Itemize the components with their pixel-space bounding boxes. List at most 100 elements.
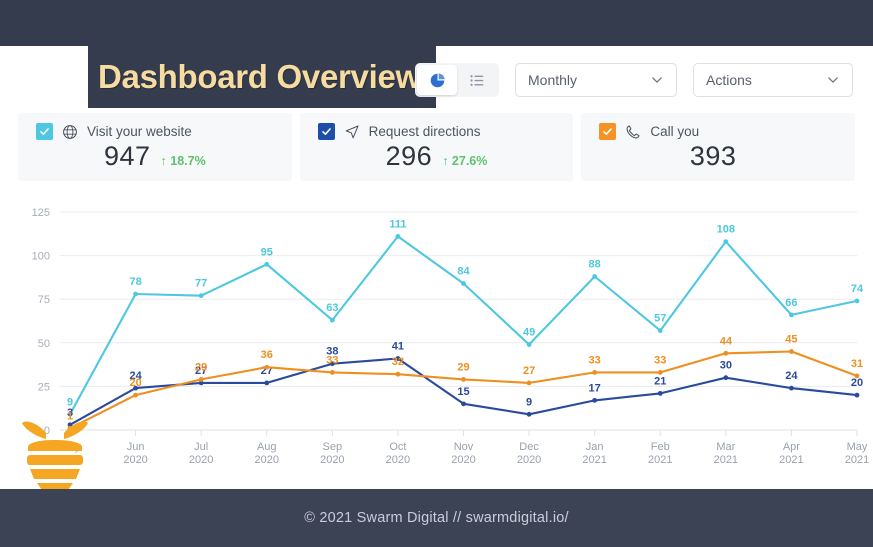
x-axis-tick-label-year: 2020	[451, 454, 475, 466]
check-icon	[40, 128, 49, 135]
data-point-label: 88	[589, 259, 601, 271]
x-axis-tick-label-year: 2021	[648, 454, 672, 466]
x-axis-tick-label-month: Jun	[127, 441, 145, 453]
data-point[interactable]	[723, 239, 729, 245]
data-point-label: 9	[526, 396, 532, 408]
data-point[interactable]	[854, 298, 860, 304]
x-axis-tick-label-month: May	[847, 441, 868, 453]
data-point[interactable]	[526, 380, 532, 386]
x-axis-tick-label-month: Jan	[586, 441, 604, 453]
data-point[interactable]	[198, 377, 204, 382]
view-list-button[interactable]	[457, 65, 497, 95]
data-point-label: 63	[326, 302, 338, 314]
data-point[interactable]	[461, 377, 466, 382]
data-point[interactable]	[264, 380, 270, 386]
x-axis-tick-label-year: 2021	[714, 454, 738, 466]
data-point-label: 95	[261, 246, 273, 258]
stat-card-delta: ↑ 18.7%	[160, 154, 206, 168]
data-point-label: 78	[129, 276, 141, 288]
x-axis-tick-label-month: Aug	[257, 441, 277, 453]
y-axis-tick-label: 25	[38, 381, 50, 393]
data-point[interactable]	[657, 328, 663, 333]
x-axis-tick-label-year: 2020	[189, 454, 213, 466]
data-point[interactable]	[133, 291, 138, 297]
stat-card-request-directions[interactable]: Request directions 296 ↑ 27.6%	[299, 113, 574, 181]
stat-card-body: 296 ↑ 27.6%	[300, 141, 574, 172]
request-directions-checkbox[interactable]	[317, 123, 335, 140]
pie-chart-icon	[430, 72, 445, 87]
globe-icon	[62, 124, 78, 140]
actions-dropdown-label: Actions	[706, 72, 752, 88]
stat-card-header: Request directions	[300, 123, 574, 140]
data-point[interactable]	[789, 312, 794, 318]
data-point[interactable]	[592, 397, 598, 403]
phone-icon	[625, 124, 641, 140]
dashboard-page: Dashboard Overview Monthly Actions Visit…	[0, 0, 873, 547]
line-chart-svg: 0255075100125May2020Jun2020Jul2020Aug202…	[32, 207, 870, 466]
data-point[interactable]	[264, 261, 270, 267]
data-point-label: 45	[785, 334, 797, 346]
x-axis-tick-label-month: Jul	[194, 441, 208, 453]
data-point[interactable]	[329, 317, 335, 323]
y-axis-tick-label: 50	[38, 338, 50, 350]
period-dropdown[interactable]: Monthly	[515, 63, 677, 97]
data-point-label: 27	[523, 365, 535, 377]
stat-card-call-you[interactable]: Call you 393	[581, 113, 856, 181]
data-point[interactable]	[592, 370, 598, 375]
data-point[interactable]	[657, 370, 663, 375]
data-point[interactable]	[723, 375, 729, 381]
data-point[interactable]	[329, 370, 335, 375]
stat-card-label: Call you	[650, 124, 700, 139]
data-point[interactable]	[789, 385, 794, 391]
toolbar: Monthly Actions	[415, 63, 853, 97]
data-point[interactable]	[854, 392, 860, 398]
stat-card-body: 947 ↑ 18.7%	[18, 141, 292, 172]
data-point[interactable]	[395, 371, 401, 377]
data-point[interactable]	[133, 392, 138, 398]
x-axis-tick-label-year: 2020	[123, 454, 147, 466]
stat-card-label: Visit your website	[87, 124, 192, 139]
data-point[interactable]	[657, 390, 663, 396]
data-point-label: 20	[851, 377, 863, 389]
x-axis-tick-label-month: Oct	[389, 441, 406, 453]
stat-card-row: Visit your website 947 ↑ 18.7% Request d…	[18, 113, 856, 181]
data-point-label: 21	[654, 375, 666, 387]
data-point[interactable]	[526, 411, 532, 417]
data-point[interactable]	[526, 342, 532, 347]
data-point-label: 32	[392, 356, 404, 368]
stat-card-delta: ↑ 27.6%	[442, 154, 488, 168]
view-chart-button[interactable]	[417, 65, 457, 95]
call-you-checkbox[interactable]	[599, 123, 617, 140]
actions-dropdown[interactable]: Actions	[693, 63, 853, 97]
data-point[interactable]	[264, 364, 270, 370]
data-point-label: 41	[392, 340, 404, 352]
data-point-label: 33	[654, 354, 666, 366]
data-point[interactable]	[789, 349, 794, 354]
stat-card-body: 393	[581, 141, 855, 172]
list-icon	[469, 74, 483, 86]
stat-card-visit-website[interactable]: Visit your website 947 ↑ 18.7%	[18, 113, 292, 181]
data-point[interactable]	[854, 373, 860, 379]
x-axis-tick-label-year: 2021	[845, 454, 869, 466]
data-point-label: 31	[851, 358, 863, 370]
data-point[interactable]	[461, 401, 466, 407]
y-axis-tick-label: 125	[32, 207, 50, 219]
data-point[interactable]	[198, 293, 204, 299]
data-point-label: 44	[720, 335, 733, 347]
chevron-down-icon	[652, 77, 662, 83]
data-point-label: 77	[195, 278, 207, 290]
data-point-label: 111	[389, 218, 406, 230]
data-point-label: 74	[851, 283, 864, 295]
stat-card-header: Visit your website	[18, 123, 292, 140]
data-point[interactable]	[592, 274, 598, 279]
footer-text: © 2021 Swarm Digital // swarmdigital.io/	[304, 510, 569, 526]
visit-website-checkbox[interactable]	[36, 123, 53, 140]
x-axis-tick-label-year: 2021	[582, 454, 606, 466]
data-point-label: 17	[589, 382, 601, 394]
data-point[interactable]	[395, 234, 401, 239]
data-point-label: 24	[785, 370, 798, 382]
data-point-label: 29	[195, 361, 207, 373]
data-point-label: 84	[457, 266, 470, 278]
data-point[interactable]	[461, 281, 466, 286]
data-point[interactable]	[723, 350, 729, 356]
